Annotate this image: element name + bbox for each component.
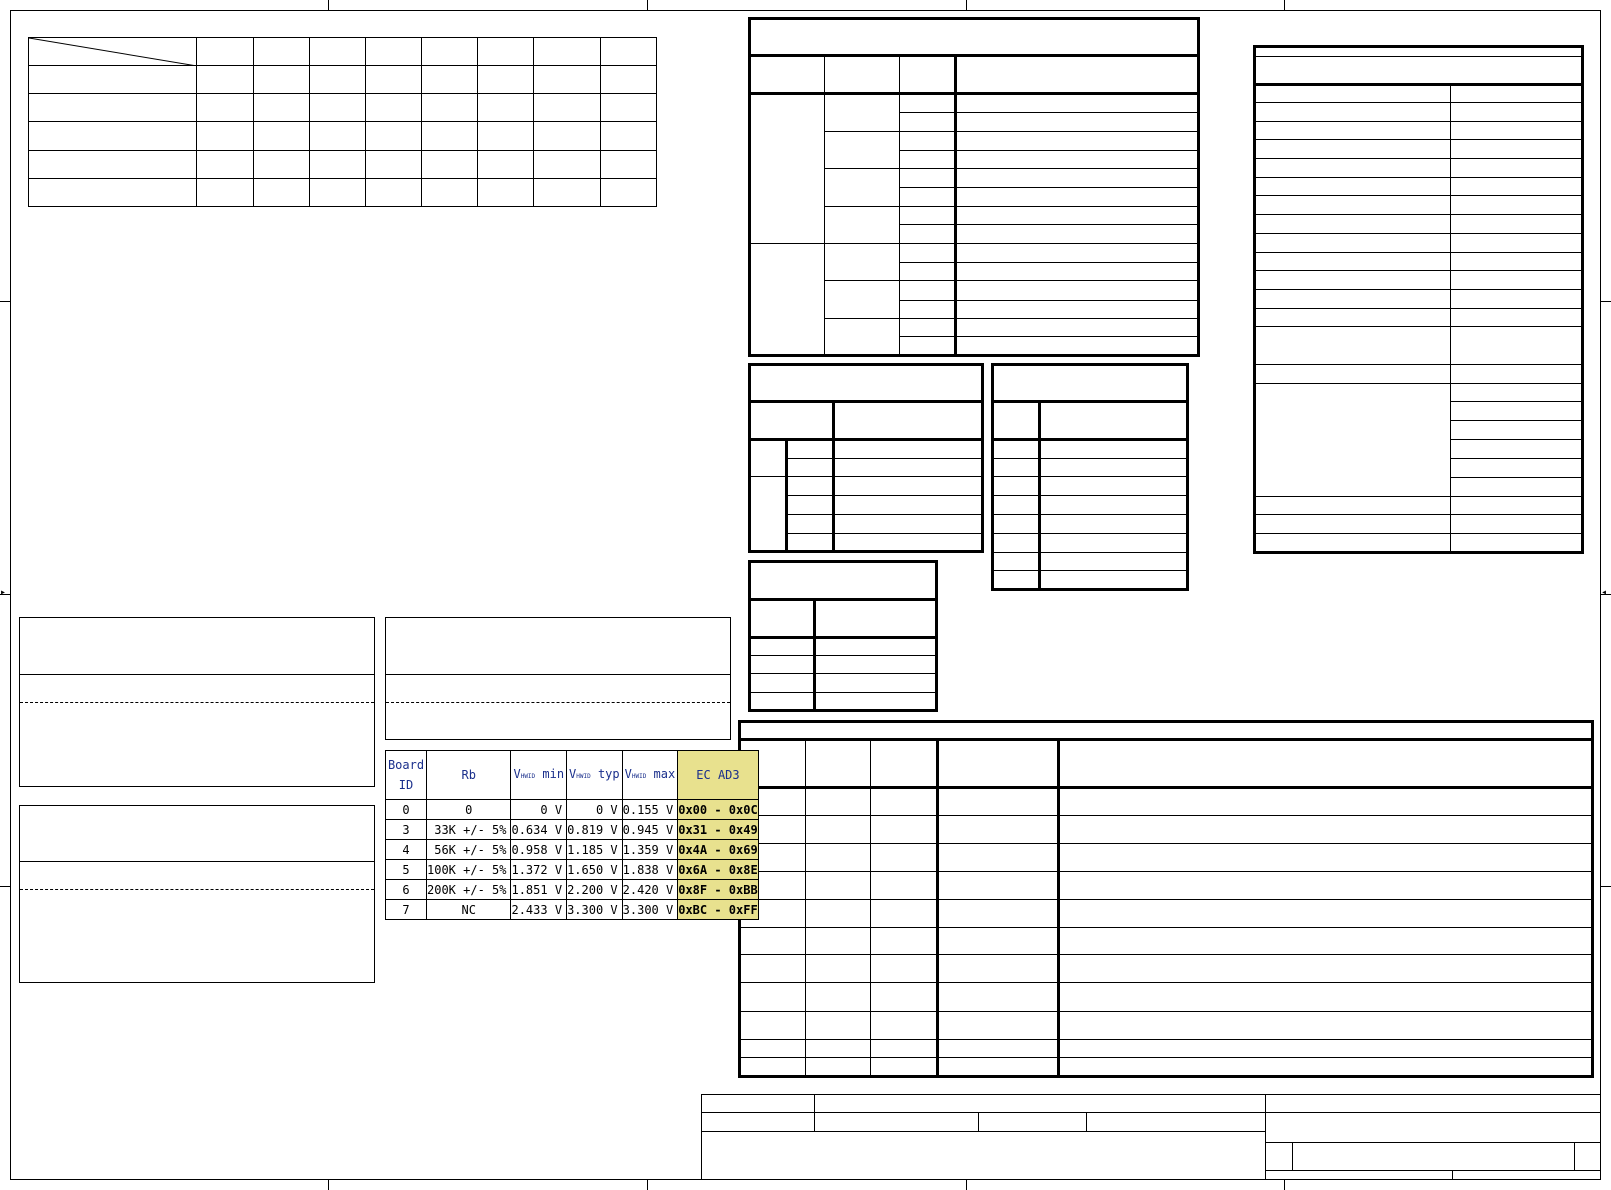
cell-ec-ad3: 0x00 - 0x0C [677,799,759,820]
cell-vmax: 3.300 V [621,899,679,920]
frame-tick [1284,1180,1285,1190]
cell-vmin: 0.634 V [510,819,568,840]
cell-rb: 0 [425,799,512,820]
arrow-right-icon: ▸ [0,587,7,598]
table-row: 3 33K +/- 5% 0.634 V 0.819 V 0.945 V 0x3… [385,819,759,840]
cell-vmin: 0.958 V [510,839,568,860]
table-row: 6 200K +/- 5% 1.851 V 2.200 V 2.420 V 0x… [385,879,759,900]
board-id-table: Board ID Rb VHWID min VHWID typ VHWID ma… [385,750,759,920]
cell-vmax: 2.420 V [621,879,679,900]
middle-right-table [991,363,1189,591]
cell-board-id: 4 [385,839,427,860]
cell-ec-ad3: 0xBC - 0xFF [677,899,759,920]
diagonal-header-cell [28,36,197,67]
cell-vmax: 0.945 V [621,819,679,840]
col-header-board-id: Board ID [385,750,427,800]
frame-tick [1601,886,1611,887]
frame-tick [328,0,329,10]
cell-board-id: 5 [385,859,427,880]
frame-tick [328,1180,329,1190]
col-header-rb: Rb [425,750,512,800]
cell-rb: 200K +/- 5% [425,879,512,900]
note-box-middle [385,617,731,740]
cell-vmax: 0.155 V [621,799,679,820]
diagonal-line [29,38,197,66]
cell-vmin: 1.372 V [510,859,568,880]
cell-ec-ad3: 0x8F - 0xBB [677,879,759,900]
frame-tick [0,301,10,302]
cell-rb: 100K +/- 5% [425,859,512,880]
arrow-left-icon: ◂ [1601,587,1608,598]
top-left-matrix-table [28,36,657,208]
cell-ec-ad3: 0x6A - 0x8E [677,859,759,880]
table-row: 0 0 0 V 0 V 0.155 V 0x00 - 0x0C [385,799,759,820]
cell-ec-ad3: 0x31 - 0x49 [677,819,759,840]
cell-rb: 56K +/- 5% [425,839,512,860]
col-header-vmin: VHWID min [510,750,568,800]
table-row: 7 NC 2.433 V 3.300 V 3.300 V 0xBC - 0xFF [385,899,759,920]
cell-vtyp: 2.200 V [566,879,623,900]
frame-tick [966,0,967,10]
frame-tick [0,886,10,887]
cell-board-id: 3 [385,819,427,840]
cell-vmax: 1.838 V [621,859,679,880]
table-row: 4 56K +/- 5% 0.958 V 1.185 V 1.359 V 0x4… [385,839,759,860]
frame-tick [1284,0,1285,10]
cell-vtyp: 1.650 V [566,859,623,880]
cell-board-id: 7 [385,899,427,920]
frame-tick [647,1180,648,1190]
cell-rb: 33K +/- 5% [425,819,512,840]
col-header-vmax: VHWID max [621,750,679,800]
cell-vmin: 1.851 V [510,879,568,900]
title-block [701,1094,1601,1180]
cell-vtyp: 3.300 V [566,899,623,920]
frame-tick [647,0,648,10]
frame-tick [966,1180,967,1190]
table-row: 5 100K +/- 5% 1.372 V 1.650 V 1.838 V 0x… [385,859,759,880]
note-box-left-lower [19,805,375,983]
cell-vtyp: 0.819 V [566,819,623,840]
cell-vmax: 1.359 V [621,839,679,860]
frame-tick [1601,301,1611,302]
cell-vmin: 0 V [510,799,568,820]
cell-board-id: 6 [385,879,427,900]
cell-board-id: 0 [385,799,427,820]
cell-rb: NC [425,899,512,920]
cell-vtyp: 0 V [566,799,623,820]
col-header-vtyp: VHWID typ [566,750,623,800]
cell-vmin: 2.433 V [510,899,568,920]
cell-vtyp: 1.185 V [566,839,623,860]
col-header-ec-ad3: EC AD3 [677,750,759,800]
cell-ec-ad3: 0x4A - 0x69 [677,839,759,860]
